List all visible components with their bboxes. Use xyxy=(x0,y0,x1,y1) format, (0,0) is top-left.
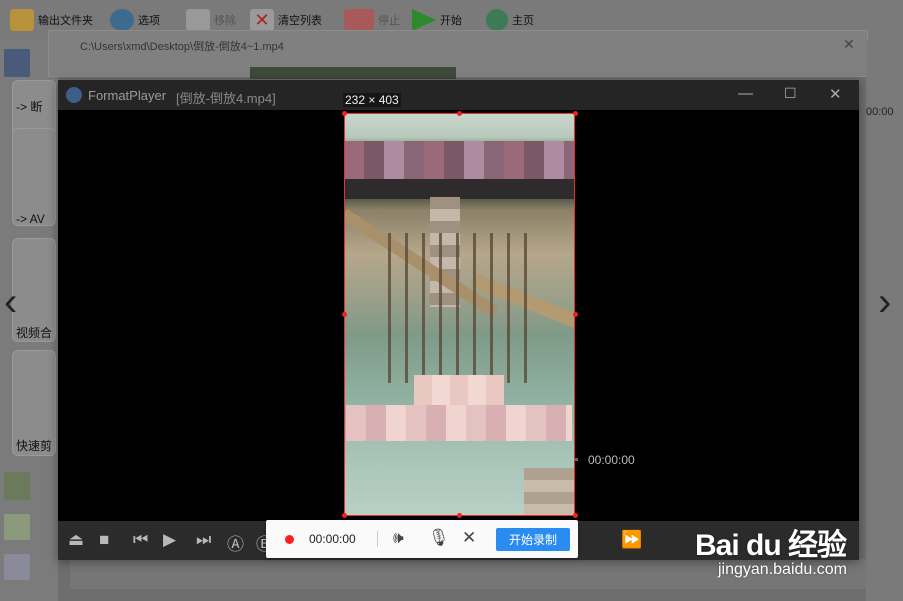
audio-category-icon[interactable] xyxy=(4,472,30,500)
microphone-icon[interactable]: 🎙 xyxy=(428,528,450,548)
player-time: 00:00:00 xyxy=(588,453,635,467)
clear-list-icon: ✕ xyxy=(250,9,274,31)
minimize-icon[interactable]: — xyxy=(738,85,753,102)
player-file-name: [倒放-倒放4.mp4] xyxy=(176,91,276,106)
recording-selection-border[interactable] xyxy=(344,113,575,516)
selection-handle-tl[interactable] xyxy=(342,111,347,116)
fast-forward-icon[interactable]: ⏩ xyxy=(621,530,642,550)
previous-icon[interactable]: ⏮ xyxy=(133,530,148,550)
selection-handle-tr[interactable] xyxy=(573,111,578,116)
baidu-watermark-url: jingyan.baidu.com xyxy=(718,561,847,578)
recording-toolbar: 00:00:00 🕪 🎙 ✕ 开始录制 xyxy=(266,520,578,558)
stop-icon xyxy=(344,9,374,31)
selection-handle-mr[interactable] xyxy=(573,312,578,317)
right-panel-time: 00:00 xyxy=(866,106,894,118)
start-recording-button[interactable]: 开始录制 xyxy=(496,528,570,551)
record-indicator-icon xyxy=(285,535,294,544)
stop-icon[interactable]: ■ xyxy=(99,530,109,550)
player-app-name: FormatPlayer xyxy=(88,88,167,103)
selection-handle-ml[interactable] xyxy=(342,312,347,317)
picture-category-icon[interactable] xyxy=(4,514,30,540)
prev-arrow-icon[interactable]: ‹ xyxy=(4,282,17,322)
sidebar-label-2: -> AV xyxy=(16,212,45,226)
baidu-watermark-logo: Bai du 经验 xyxy=(695,529,847,562)
selection-handle-bc[interactable] xyxy=(457,513,462,518)
options-icon xyxy=(110,9,134,31)
eject-icon[interactable]: ⏏ xyxy=(68,530,84,550)
play-icon[interactable]: ▶ xyxy=(163,530,176,550)
next-icon[interactable]: ⏭ xyxy=(196,530,211,550)
selection-handle-bl[interactable] xyxy=(342,513,347,518)
start-label: 开始 xyxy=(440,15,462,27)
remove-icon xyxy=(186,9,210,31)
next-arrow-icon[interactable]: › xyxy=(878,282,891,322)
home-globe-icon xyxy=(486,9,508,31)
recording-time: 00:00:00 xyxy=(309,532,356,546)
player-logo-icon xyxy=(66,87,82,103)
maximize-icon[interactable]: ☐ xyxy=(784,85,797,102)
subtitle-a-icon[interactable]: Ⓐ xyxy=(227,530,244,555)
options-label: 选项 xyxy=(138,15,160,27)
play-icon xyxy=(412,9,436,31)
clear-list-label: 清空列表 xyxy=(278,15,322,27)
selection-handle-br[interactable] xyxy=(573,513,578,518)
background-thumbnail xyxy=(250,67,456,79)
document-category-icon[interactable] xyxy=(4,554,30,580)
divider xyxy=(377,531,378,547)
sidebar-label-1: -> 断 xyxy=(16,100,43,114)
selection-size-label: 232 × 403 xyxy=(343,93,401,107)
close-icon[interactable]: ✕ xyxy=(829,85,842,103)
stop-label: 停止 xyxy=(378,15,400,27)
background-file-path: C:\Users\xmd\Desktop\倒放-倒放4~1.mp4 xyxy=(80,41,284,53)
output-folder-label: 输出文件夹 xyxy=(38,15,93,27)
selection-handle-tc[interactable] xyxy=(457,111,462,116)
player-title-bar: FormatPlayer [倒放-倒放4.mp4] — ☐ ✕ xyxy=(58,80,859,110)
folder-icon xyxy=(10,9,34,31)
cancel-icon[interactable]: ✕ xyxy=(462,528,476,548)
sidebar-label-4: 快速剪 xyxy=(16,439,53,453)
speaker-icon[interactable]: 🕪 xyxy=(393,528,404,548)
sidebar-label-3: 视频合 xyxy=(16,326,53,340)
remove-label: 移除 xyxy=(214,15,236,27)
background-close-icon[interactable]: ✕ xyxy=(843,36,855,53)
home-label: 主页 xyxy=(512,15,534,27)
video-category-icon[interactable] xyxy=(4,49,30,77)
